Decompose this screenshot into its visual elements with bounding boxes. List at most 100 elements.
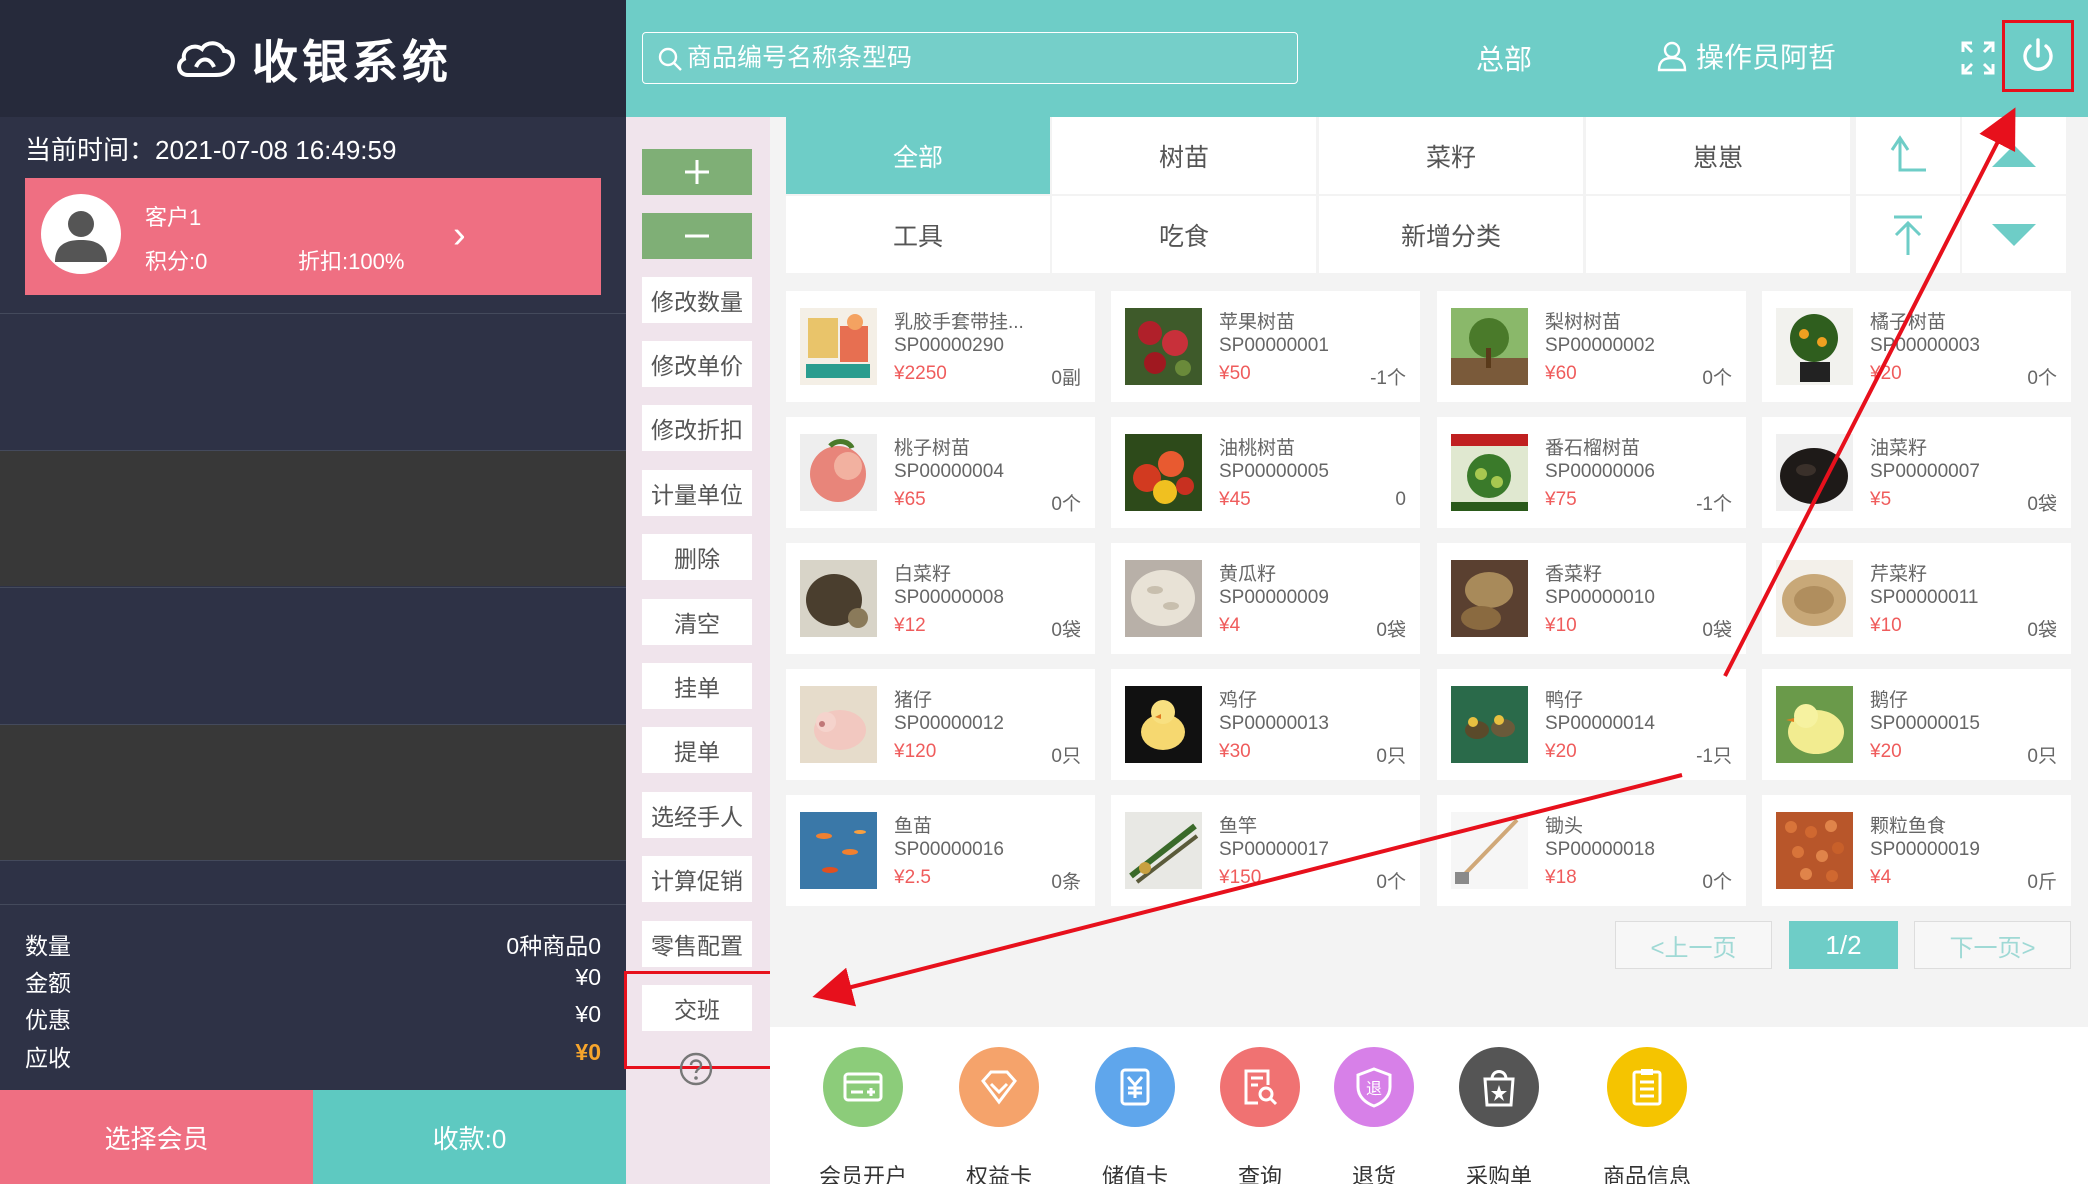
clipboard-icon — [1632, 1069, 1662, 1106]
product-image — [1451, 686, 1528, 763]
store-label[interactable]: 总部 — [1476, 38, 1532, 78]
scroll-up-button[interactable] — [1962, 117, 2066, 194]
product-code: SP00000017 — [1219, 839, 1329, 860]
power-button[interactable] — [2002, 20, 2074, 92]
tab-young-animals[interactable]: 崽崽 — [1586, 117, 1850, 194]
product-image — [1776, 308, 1853, 385]
help-icon[interactable] — [678, 1051, 714, 1087]
chevron-right-icon[interactable]: › — [453, 214, 466, 257]
power-icon — [2023, 38, 2053, 71]
collect-payment-button[interactable]: 收款:0 — [313, 1090, 626, 1184]
shortcut-equity-card[interactable]: 权益卡 — [939, 1047, 1059, 1184]
modify-discount-button[interactable]: 修改折扣 — [642, 405, 752, 451]
product-image — [1776, 434, 1853, 511]
minus-button[interactable] — [642, 213, 752, 259]
shortcut-purchase-order[interactable]: 采购单 — [1439, 1047, 1559, 1184]
product-card[interactable]: 番石榴树苗 SP00000006 ¥75 -1个 — [1437, 417, 1746, 528]
product-code: SP00000002 — [1545, 335, 1655, 356]
product-card[interactable]: 苹果树苗 SP00000001 ¥50 -1个 — [1111, 291, 1420, 402]
retrieve-order-button[interactable]: 提单 — [642, 727, 752, 773]
product-card[interactable]: 白菜籽 SP00000008 ¥12 0袋 — [786, 543, 1095, 654]
calculate-promotion-button[interactable]: 计算促销 — [642, 856, 752, 902]
search-input[interactable] — [687, 39, 1287, 77]
search-box[interactable] — [642, 32, 1298, 84]
add-button[interactable] — [642, 149, 752, 195]
product-image — [1451, 560, 1528, 637]
product-image — [800, 434, 877, 511]
product-card[interactable]: 黄瓜籽 SP00000009 ¥4 0袋 — [1111, 543, 1420, 654]
product-price: ¥150 — [1219, 867, 1262, 888]
shortcut-member-open[interactable]: 会员开户 — [803, 1047, 923, 1184]
fullscreen-icon[interactable] — [1960, 40, 1996, 76]
product-card[interactable]: 颗粒鱼食 SP00000019 ¥4 0斤 — [1762, 795, 2071, 906]
retail-config-button[interactable]: 零售配置 — [642, 921, 752, 967]
prev-page-button[interactable]: <上一页 — [1615, 921, 1772, 969]
product-code: SP00000001 — [1219, 335, 1329, 356]
clear-button[interactable]: 清空 — [642, 599, 752, 645]
product-card[interactable]: 桃子树苗 SP00000004 ¥65 0个 — [786, 417, 1095, 528]
cart-row — [0, 860, 626, 904]
product-name: 鹅仔 — [1870, 690, 1909, 711]
category-back-button[interactable] — [1856, 117, 1960, 194]
product-card[interactable]: 橘子树苗 SP00000003 ¥20 0个 — [1762, 291, 2071, 402]
summary-label: 应收 — [25, 1045, 71, 1071]
summary-qty: 数量 0种商品0 — [25, 927, 601, 963]
select-member-button[interactable]: 选择会员 — [0, 1090, 313, 1184]
time-label: 当前时间： — [25, 135, 156, 165]
select-handler-button[interactable]: 选经手人 — [642, 792, 752, 838]
shortcut-label: 退货 — [1351, 1164, 1396, 1184]
operator-menu[interactable]: 操作员阿哲 — [1656, 36, 1836, 76]
turn-up-arrow-icon — [1890, 134, 1926, 171]
modify-quantity-button[interactable]: 修改数量 — [642, 277, 752, 323]
product-price: ¥10 — [1870, 615, 1902, 636]
product-card[interactable]: 梨树树苗 SP00000002 ¥60 0个 — [1437, 291, 1746, 402]
product-card[interactable]: 乳胶手套带挂... SP00000290 ¥2250 0副 — [786, 291, 1095, 402]
product-card[interactable]: 油桃树苗 SP00000005 ¥45 0 — [1111, 417, 1420, 528]
tab-all[interactable]: 全部 — [786, 117, 1050, 194]
product-card[interactable]: 鱼竿 SP00000017 ¥150 0个 — [1111, 795, 1420, 906]
product-card[interactable]: 锄头 SP00000018 ¥18 0个 — [1437, 795, 1746, 906]
unit-button[interactable]: 计量单位 — [642, 470, 752, 516]
tab-seeds[interactable]: 菜籽 — [1319, 117, 1583, 194]
product-card[interactable]: 鸡仔 SP00000013 ¥30 0只 — [1111, 669, 1420, 780]
delete-button[interactable]: 删除 — [642, 534, 752, 580]
product-name: 白菜籽 — [894, 564, 952, 585]
product-price: ¥50 — [1219, 363, 1251, 384]
product-card[interactable]: 油菜籽 SP00000007 ¥5 0袋 — [1762, 417, 2071, 528]
shortcut-circle — [1459, 1047, 1539, 1127]
next-page-button[interactable]: 下一页> — [1914, 921, 2071, 969]
modify-price-button[interactable]: 修改单价 — [642, 341, 752, 387]
product-code: SP00000006 — [1545, 461, 1655, 482]
product-stock: 0个 — [1702, 872, 1732, 893]
tab-saplings[interactable]: 树苗 — [1052, 117, 1316, 194]
page-indicator: 1/2 — [1789, 921, 1898, 969]
customer-card[interactable]: 客户1 积分:0 折扣:100% › — [25, 178, 601, 295]
product-name: 鱼竿 — [1219, 816, 1258, 837]
scroll-down-button[interactable] — [1962, 196, 2066, 273]
tab-food[interactable]: 吃食 — [1052, 196, 1316, 273]
product-card[interactable]: 香菜籽 SP00000010 ¥10 0袋 — [1437, 543, 1746, 654]
shortcut-bar: 会员开户 权益卡 储值卡 查询 退 退货 采购单 商品信息 — [770, 1027, 2088, 1184]
scroll-top-button[interactable] — [1856, 196, 1960, 273]
product-stock: -1个 — [1370, 368, 1406, 389]
product-code: SP00000018 — [1545, 839, 1655, 860]
shortcut-stored-value-card[interactable]: 储值卡 — [1075, 1047, 1195, 1184]
shopping-bag-icon — [1483, 1070, 1515, 1107]
product-card[interactable]: 鱼苗 SP00000016 ¥2.5 0条 — [786, 795, 1095, 906]
product-image — [1776, 560, 1853, 637]
tab-new-category[interactable]: 新增分类 — [1319, 196, 1583, 273]
shortcut-return[interactable]: 退 退货 — [1314, 1047, 1434, 1184]
product-image — [1125, 560, 1202, 637]
product-card[interactable]: 鹅仔 SP00000015 ¥20 0只 — [1762, 669, 2071, 780]
shortcut-product-info[interactable]: 商品信息 — [1587, 1047, 1707, 1184]
product-name: 梨树树苗 — [1545, 312, 1622, 333]
tab-tools[interactable]: 工具 — [786, 196, 1050, 273]
hold-order-button[interactable]: 挂单 — [642, 663, 752, 709]
product-stock: 0袋 — [1376, 620, 1406, 641]
customer-name: 客户1 — [145, 205, 202, 230]
shortcut-query[interactable]: 查询 — [1200, 1047, 1320, 1184]
product-card[interactable]: 鸭仔 SP00000014 ¥20 -1只 — [1437, 669, 1746, 780]
product-card[interactable]: 芹菜籽 SP00000011 ¥10 0袋 — [1762, 543, 2071, 654]
product-name: 油桃树苗 — [1219, 438, 1296, 459]
product-card[interactable]: 猪仔 SP00000012 ¥120 0只 — [786, 669, 1095, 780]
